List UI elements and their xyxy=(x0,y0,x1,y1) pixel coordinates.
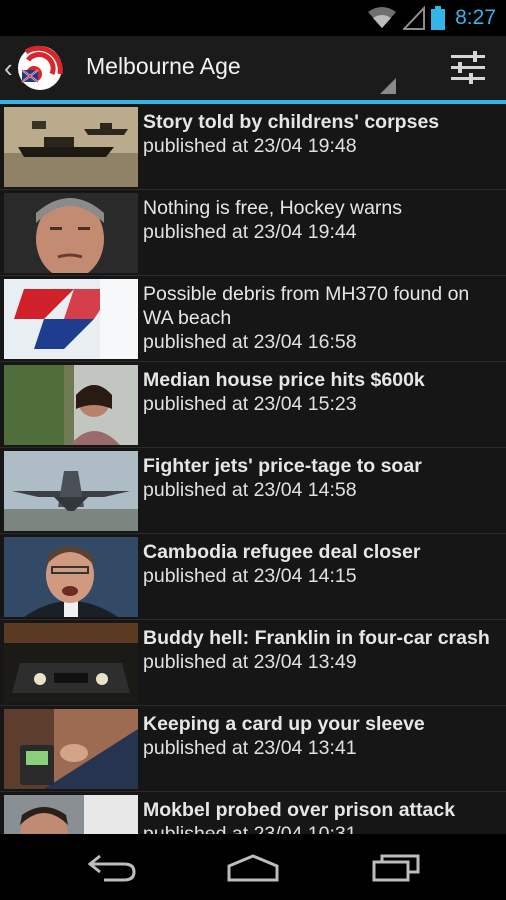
navigation-bar xyxy=(0,834,506,900)
signal-icon xyxy=(403,6,426,30)
article-text: Story told by childrens' corpses publish… xyxy=(143,110,501,158)
status-time: 8:27 xyxy=(455,6,496,29)
article-text: Cambodia refugee deal closer published a… xyxy=(143,540,501,588)
article-title: Keeping a card up your sleeve xyxy=(143,713,425,735)
article-title: Median house price hits $600k xyxy=(143,369,425,391)
article-title: Cambodia refugee deal closer xyxy=(143,541,421,563)
list-item[interactable]: Keeping a card up your sleeve published … xyxy=(0,706,506,792)
article-text: Buddy hell: Franklin in four-car crash p… xyxy=(143,626,501,674)
article-thumbnail xyxy=(4,107,138,187)
up-caret-icon[interactable]: ‹ xyxy=(4,52,13,84)
article-date: published at 23/04 10:31 xyxy=(143,823,357,834)
article-thumbnail xyxy=(4,709,138,789)
article-title: Fighter jets' price-tage to soar xyxy=(143,455,422,477)
list-item[interactable]: Buddy hell: Franklin in four-car crash p… xyxy=(0,620,506,706)
recent-apps-icon xyxy=(372,854,420,882)
home-icon xyxy=(227,854,279,882)
article-text: Keeping a card up your sleeve published … xyxy=(143,712,501,760)
article-title: Possible debris from MH370 found on WA b… xyxy=(143,283,470,329)
battery-icon xyxy=(431,6,446,30)
article-thumbnail xyxy=(4,365,138,445)
feed-title[interactable]: Melbourne Age xyxy=(86,53,241,80)
article-text: Mokbel probed over prison attack publish… xyxy=(143,798,501,834)
article-date: published at 23/04 14:15 xyxy=(143,565,357,587)
list-item[interactable]: Possible debris from MH370 found on WA b… xyxy=(0,276,506,362)
article-date: published at 23/04 19:48 xyxy=(143,135,357,157)
list-item[interactable]: Median house price hits $600k published … xyxy=(0,362,506,448)
article-date: published at 23/04 13:49 xyxy=(143,651,357,673)
list-item[interactable]: Story told by childrens' corpses publish… xyxy=(0,104,506,190)
article-thumbnail xyxy=(4,623,138,703)
home-button[interactable] xyxy=(213,844,293,890)
article-thumbnail xyxy=(4,795,138,834)
list-item[interactable]: Mokbel probed over prison attack publish… xyxy=(0,792,506,834)
article-text: Nothing is free, Hockey warns published … xyxy=(143,196,501,244)
article-thumbnail xyxy=(4,279,138,359)
status-icons: 8:27 xyxy=(367,4,496,32)
action-bar: ‹ Melbourne Age xyxy=(0,36,506,104)
article-thumbnail xyxy=(4,451,138,531)
article-date: published at 23/04 16:58 xyxy=(143,331,357,353)
wifi-icon xyxy=(368,7,397,28)
article-title: Mokbel probed over prison attack xyxy=(143,799,456,821)
article-title: Nothing is free, Hockey warns xyxy=(143,197,403,219)
article-date: published at 23/04 14:58 xyxy=(143,479,357,501)
article-text: Fighter jets' price-tage to soar publish… xyxy=(143,454,501,502)
list-item[interactable]: Nothing is free, Hockey warns published … xyxy=(0,190,506,276)
app-icon[interactable] xyxy=(16,44,64,92)
list-item[interactable]: Fighter jets' price-tage to soar publish… xyxy=(0,448,506,534)
settings-button[interactable] xyxy=(440,42,496,94)
article-date: published at 23/04 13:41 xyxy=(143,737,357,759)
article-thumbnail xyxy=(4,537,138,617)
list-item[interactable]: Cambodia refugee deal closer published a… xyxy=(0,534,506,620)
article-text: Possible debris from MH370 found on WA b… xyxy=(143,282,501,354)
back-button[interactable] xyxy=(72,844,152,890)
back-icon xyxy=(87,854,136,882)
article-title: Story told by childrens' corpses xyxy=(143,111,440,133)
article-date: published at 23/04 19:44 xyxy=(143,221,357,243)
article-title: Buddy hell: Franklin in four-car crash xyxy=(143,627,490,649)
sliders-icon xyxy=(451,51,485,84)
article-date: published at 23/04 15:23 xyxy=(143,393,357,415)
feed-spinner-indicator[interactable] xyxy=(380,78,396,94)
article-list[interactable]: Story told by childrens' corpses publish… xyxy=(0,104,506,834)
article-thumbnail xyxy=(4,193,138,273)
recent-apps-button[interactable] xyxy=(356,844,436,890)
status-bar: 8:27 xyxy=(0,0,506,36)
article-text: Median house price hits $600k published … xyxy=(143,368,501,416)
